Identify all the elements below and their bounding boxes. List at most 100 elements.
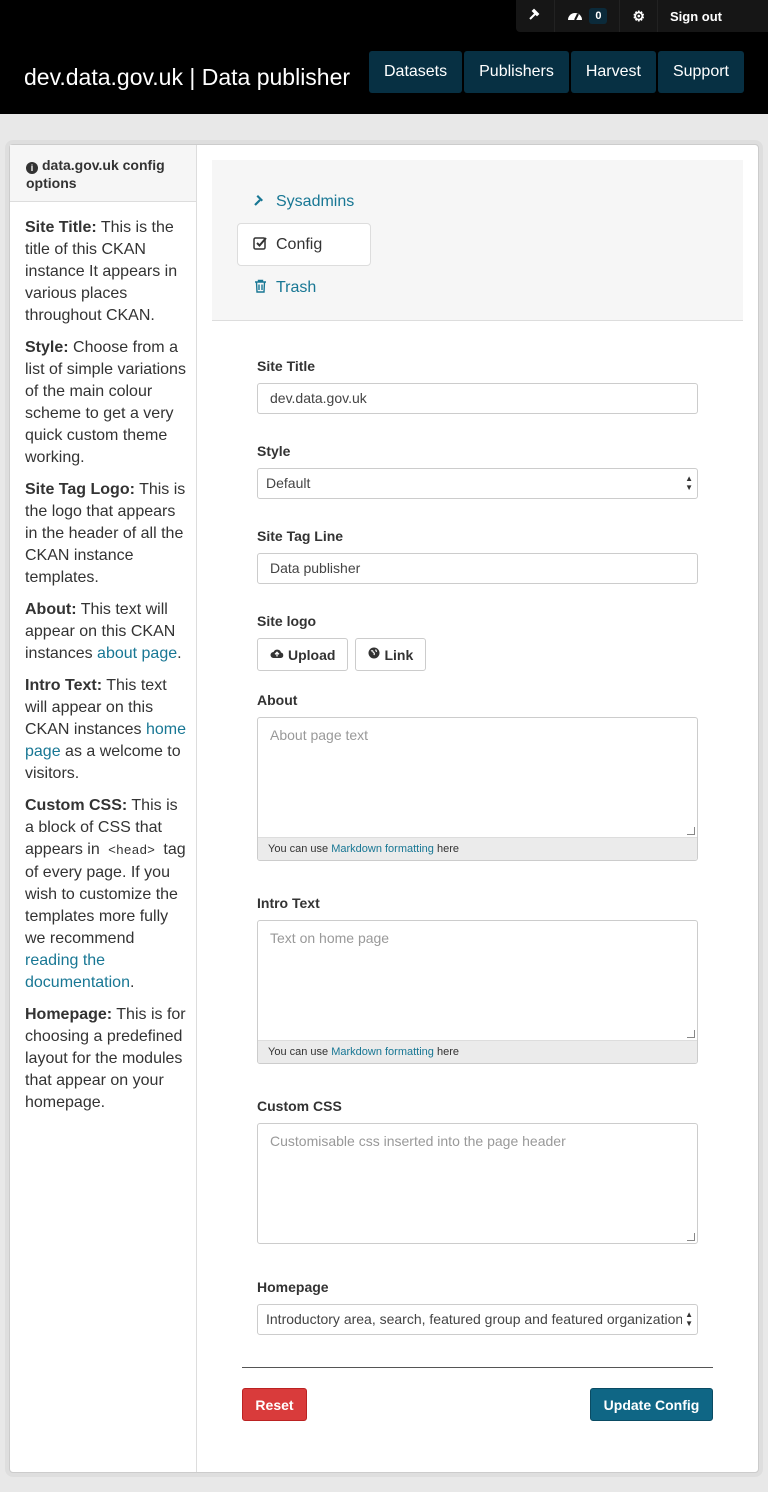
resize-grip-icon[interactable] xyxy=(687,1030,695,1038)
tag-line-field: Site Tag Line Data publisher xyxy=(257,526,698,584)
masthead: 0 ⚙ Sign out dev.data.gov.uk | Data publ… xyxy=(0,0,768,114)
homepage-field: Homepage Introductory area, search, feat… xyxy=(257,1277,698,1335)
sidebar-heading: i data.gov.uk config options xyxy=(10,145,196,202)
help-homepage: Homepage: This is for choosing a predefi… xyxy=(25,1004,188,1114)
help-term: Custom CSS: xyxy=(25,797,128,814)
intro-textarea-wrap: Text on home page You can use Markdown f… xyxy=(257,920,698,1064)
main-nav: Datasets Publishers Harvest Support xyxy=(367,51,744,93)
sidebar: i data.gov.uk config options Site Title: … xyxy=(10,145,197,1472)
globe-icon xyxy=(368,647,380,662)
custom-css-textarea[interactable]: Customisable css inserted into the page … xyxy=(258,1124,697,1243)
site-title[interactable]: dev.data.gov.uk | Data publisher xyxy=(24,62,350,92)
reset-button[interactable]: Reset xyxy=(242,1388,307,1421)
update-config-button[interactable]: Update Config xyxy=(590,1388,713,1421)
resize-grip-icon[interactable] xyxy=(687,827,695,835)
head-tag-code: <head> xyxy=(108,843,155,858)
about-page-link[interactable]: about page xyxy=(97,645,177,662)
hint-text: here xyxy=(433,1046,459,1058)
primary-content: Sysadmins Config Trash Site Title dev.da… xyxy=(212,160,743,1421)
upload-label: Upload xyxy=(288,646,336,663)
logo-buttons: Upload Link xyxy=(257,638,698,671)
upload-button[interactable]: Upload xyxy=(257,638,349,671)
markdown-hint: You can use Markdown formatting here xyxy=(258,837,697,860)
tag-line-label: Site Tag Line xyxy=(257,528,344,544)
site-logo-field: Site logo Upload Link xyxy=(257,611,698,671)
sidebar-help: Site Title: This is the title of this CK… xyxy=(10,202,196,1114)
form-actions: Reset Update Config xyxy=(242,1367,713,1421)
help-term: Style: xyxy=(25,339,69,356)
custom-css-placeholder: Customisable css inserted into the page … xyxy=(270,1133,566,1149)
site-logo-label: Site logo xyxy=(257,613,317,629)
tab-trash[interactable]: Trash xyxy=(237,266,371,309)
nav-publishers[interactable]: Publishers xyxy=(464,51,569,93)
help-term: Homepage: xyxy=(25,1006,113,1023)
homepage-select[interactable]: Introductory area, search, featured grou… xyxy=(257,1304,698,1335)
homepage-selected-value: Introductory area, search, featured grou… xyxy=(266,1311,684,1327)
link-label: Link xyxy=(384,646,414,663)
intro-label: Intro Text xyxy=(257,895,320,911)
help-intro: Intro Text: This text will appear on thi… xyxy=(25,675,188,785)
help-term: Site Title: xyxy=(25,219,97,236)
trash-icon xyxy=(252,279,268,296)
style-select[interactable]: Default ▲ ▼ xyxy=(257,468,698,499)
tag-line-input[interactable]: Data publisher xyxy=(257,553,698,584)
config-form: Site Title dev.data.gov.uk Style Default… xyxy=(212,321,743,1335)
select-arrows-icon: ▲ ▼ xyxy=(682,474,693,492)
help-term: About: xyxy=(25,601,77,618)
help-about: About: This text will appear on this CKA… xyxy=(25,599,188,665)
help-text: . xyxy=(129,974,135,991)
nav-support[interactable]: Support xyxy=(657,51,744,93)
help-term: Site Tag Logo: xyxy=(25,481,135,498)
intro-textarea[interactable]: Text on home page xyxy=(258,921,697,1040)
select-arrows-icon: ▲ ▼ xyxy=(682,1310,693,1328)
gear-icon: ⚙ xyxy=(632,7,645,24)
cloud-upload-icon xyxy=(270,648,284,662)
link-button[interactable]: Link xyxy=(355,638,427,671)
hint-text: You can use xyxy=(268,1046,332,1058)
tab-label: Config xyxy=(276,235,323,253)
style-selected-value: Default xyxy=(266,475,311,491)
gavel-icon xyxy=(252,193,268,210)
sidebar-heading-text: data.gov.uk config options xyxy=(26,157,165,191)
info-icon: i xyxy=(26,162,38,174)
custom-css-textarea-wrap: Customisable css inserted into the page … xyxy=(257,1123,698,1244)
settings-link[interactable]: ⚙ xyxy=(619,0,657,32)
dashboard-link[interactable]: 0 xyxy=(554,0,619,32)
intro-placeholder: Text on home page xyxy=(270,930,390,946)
markdown-link[interactable]: Markdown formatting xyxy=(331,1046,434,1058)
hint-text: You can use xyxy=(268,843,332,855)
markdown-link[interactable]: Markdown formatting xyxy=(331,843,434,855)
homepage-label: Homepage xyxy=(257,1279,329,1295)
help-site-title: Site Title: This is the title of this CK… xyxy=(25,217,188,327)
tab-label: Trash xyxy=(276,278,317,296)
about-field: About About page text You can use Markdo… xyxy=(257,690,698,861)
about-textarea[interactable]: About page text xyxy=(258,718,697,837)
style-field: Style Default ▲ ▼ xyxy=(257,441,698,499)
site-title-field: Site Title dev.data.gov.uk xyxy=(257,356,698,414)
tab-label: Sysadmins xyxy=(276,192,355,210)
nav-datasets[interactable]: Datasets xyxy=(368,51,463,93)
tab-config[interactable]: Config xyxy=(237,223,371,266)
dashboard-count-badge: 0 xyxy=(589,8,608,24)
markdown-hint: You can use Markdown formatting here xyxy=(258,1040,697,1063)
tab-sysadmins[interactable]: Sysadmins xyxy=(237,180,371,223)
about-placeholder: About page text xyxy=(270,727,369,743)
custom-css-field: Custom CSS Customisable css inserted int… xyxy=(257,1096,698,1244)
about-label: About xyxy=(257,692,298,708)
help-text: . xyxy=(177,645,182,662)
style-label: Style xyxy=(257,443,291,459)
gavel-icon xyxy=(528,8,542,25)
nav-harvest[interactable]: Harvest xyxy=(570,51,656,93)
help-text: Choose from a list of simple variations … xyxy=(25,339,186,466)
help-style: Style: Choose from a list of simple vari… xyxy=(25,337,188,469)
help-css: Custom CSS: This is a block of CSS that … xyxy=(25,795,188,994)
documentation-link[interactable]: reading the documentation xyxy=(25,952,130,991)
help-term: Intro Text: xyxy=(25,677,103,694)
site-title-input[interactable]: dev.data.gov.uk xyxy=(257,383,698,414)
sysadmin-link[interactable] xyxy=(516,0,554,32)
resize-grip-icon[interactable] xyxy=(687,1233,695,1241)
about-textarea-wrap: About page text You can use Markdown for… xyxy=(257,717,698,861)
check-square-icon xyxy=(252,236,268,253)
sign-out-link[interactable]: Sign out xyxy=(657,0,768,32)
site-title-label: Site Title xyxy=(257,358,316,374)
